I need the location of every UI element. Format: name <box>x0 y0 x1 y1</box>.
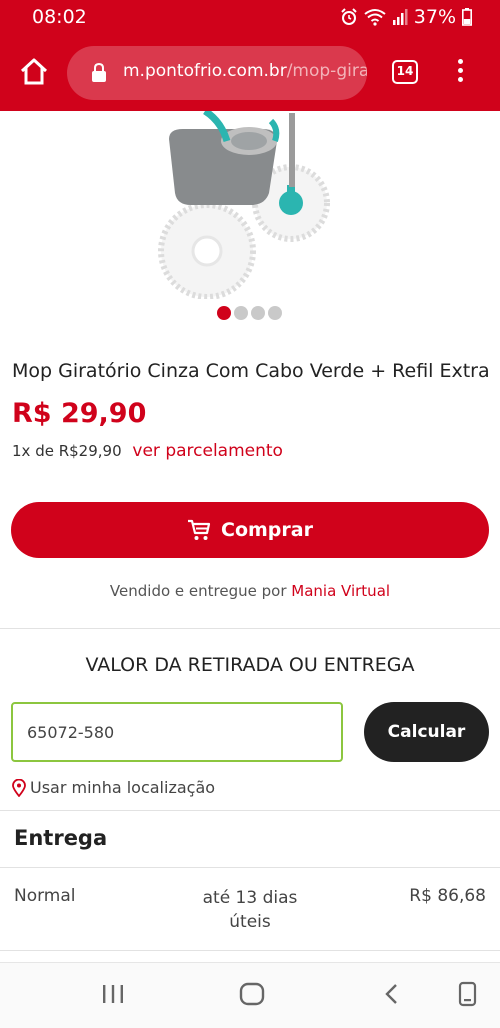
product-title: Mop Giratório Cinza Com Cabo Verde + Ref… <box>12 360 490 382</box>
installments-text: 1x de R$29,90 <box>12 442 122 460</box>
battery-level: 37% <box>413 6 456 28</box>
divider <box>0 950 500 951</box>
shipping-price: R$ 86,68 <box>409 886 486 906</box>
use-location-link[interactable]: Usar minha localização <box>12 778 215 797</box>
divider <box>0 867 500 868</box>
carousel-dot[interactable] <box>251 306 265 320</box>
use-location-label: Usar minha localização <box>30 778 216 797</box>
installments-info: 1x de R$29,90 ver parcelamento <box>12 441 283 461</box>
seller-info: Vendido e entregue por Mania Virtual <box>0 582 500 600</box>
url-domain: m.pontofrio.com.br <box>123 61 287 81</box>
more-menu-icon[interactable] <box>452 56 468 88</box>
carousel-dot[interactable] <box>234 306 248 320</box>
shipping-section-title: Entrega <box>14 826 108 850</box>
carousel-dot[interactable] <box>217 306 231 320</box>
bucket-illustration <box>169 111 280 205</box>
back-icon[interactable] <box>380 981 404 1007</box>
browser-toolbar: m.pontofrio.com.br/mop-gira 14 <box>0 34 500 111</box>
product-image <box>158 111 330 299</box>
calculate-button[interactable]: Calcular <box>364 702 489 762</box>
url-text: m.pontofrio.com.br/mop-gira <box>123 61 367 81</box>
home-icon[interactable] <box>18 56 50 88</box>
shipping-eta: até 13 dias úteis <box>202 888 298 932</box>
signal-icon <box>392 9 408 25</box>
status-bar: 08:02 37% <box>0 0 500 34</box>
battery-icon <box>462 8 472 26</box>
image-carousel-dots <box>217 306 282 320</box>
tabs-icon[interactable]: 14 <box>392 60 418 84</box>
url-path: /mop-gira <box>286 61 367 81</box>
shipping-type: Normal <box>14 886 76 906</box>
carousel-dot[interactable] <box>268 306 282 320</box>
divider <box>0 810 500 811</box>
screen-icon[interactable] <box>456 981 480 1007</box>
cep-input[interactable] <box>11 702 343 762</box>
address-bar[interactable]: m.pontofrio.com.br/mop-gira <box>67 46 367 100</box>
product-price: R$ 29,90 <box>12 398 147 429</box>
location-pin-icon <box>12 778 26 797</box>
system-nav-bar <box>0 962 500 1028</box>
lock-icon <box>92 63 106 82</box>
alarm-icon <box>341 8 357 25</box>
seller-prefix: Vendido e entregue por <box>109 582 287 600</box>
seller-link[interactable]: Mania Virtual <box>291 582 390 600</box>
status-time: 08:02 <box>32 6 87 28</box>
buy-button-label: Comprar <box>221 519 313 541</box>
installments-link[interactable]: ver parcelamento <box>132 441 283 461</box>
buy-button[interactable]: Comprar <box>11 502 489 558</box>
home-nav-icon[interactable] <box>238 981 266 1007</box>
delivery-heading: VALOR DA RETIRADA OU ENTREGA <box>85 654 415 676</box>
status-icons: 37% <box>340 6 472 28</box>
cart-icon <box>188 519 211 540</box>
wifi-icon <box>364 9 386 26</box>
divider <box>0 628 500 629</box>
recent-apps-icon[interactable] <box>100 981 126 1007</box>
